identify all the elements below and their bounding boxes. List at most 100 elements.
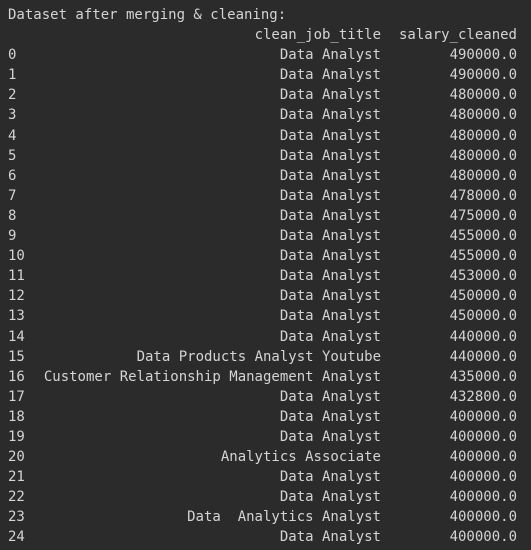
row-index: 3 bbox=[8, 107, 17, 124]
table-row: 3 Data Analyst 480000.0 bbox=[8, 105, 523, 125]
job-title-cell: Data Analyst bbox=[279, 428, 381, 445]
row-index: 24 bbox=[8, 529, 25, 546]
row-index: 0 bbox=[8, 47, 17, 64]
table-row: 12 Data Analyst 450000.0 bbox=[8, 286, 523, 306]
salary-cell: 450000.0 bbox=[449, 288, 517, 305]
row-index: 21 bbox=[8, 469, 25, 486]
table-row: 10 Data Analyst 455000.0 bbox=[8, 246, 523, 266]
row-index: 2 bbox=[8, 87, 17, 104]
row-index: 22 bbox=[8, 489, 25, 506]
salary-cell: 400000.0 bbox=[449, 428, 517, 445]
table-row: 24 Data Analyst 400000.0 bbox=[8, 527, 523, 547]
job-title-cell: Data Analyst bbox=[279, 67, 381, 84]
table-row: 21 Data Analyst 400000.0 bbox=[8, 467, 523, 487]
table-row: 18 Data Analyst 400000.0 bbox=[8, 407, 523, 427]
job-title-cell: Data Products Analyst Youtube bbox=[136, 348, 381, 365]
output-heading: Dataset after merging & cleaning: bbox=[8, 7, 287, 23]
job-title-cell: Data Analyst bbox=[279, 207, 381, 224]
job-title-cell: Data Analyst bbox=[279, 288, 381, 305]
notebook-output: Dataset after merging & cleaning: clean_… bbox=[0, 0, 531, 550]
job-title-cell: Data Analyst bbox=[279, 107, 381, 124]
job-title-cell: Customer Relationship Management Analyst bbox=[43, 368, 381, 385]
salary-cell: 450000.0 bbox=[449, 308, 517, 325]
salary-cell: 400000.0 bbox=[449, 509, 517, 526]
table-row: 1 Data Analyst 490000.0 bbox=[8, 65, 523, 85]
job-title-cell: Data Analyst bbox=[279, 127, 381, 144]
salary-cell: 400000.0 bbox=[449, 529, 517, 546]
job-title-cell: Data Analyst bbox=[279, 408, 381, 425]
job-title-cell: Data Analyst bbox=[279, 469, 381, 486]
job-title-cell: Data Analyst bbox=[279, 489, 381, 506]
table-row: 15 Data Products Analyst Youtube 440000.… bbox=[8, 347, 523, 367]
job-title-cell: Data Analyst bbox=[279, 228, 381, 245]
column-header-row: clean_job_title salary_cleaned bbox=[8, 25, 523, 45]
salary-cell: 480000.0 bbox=[449, 107, 517, 124]
table-row: 9 Data Analyst 455000.0 bbox=[8, 226, 523, 246]
table-row: 22 Data Analyst 400000.0 bbox=[8, 487, 523, 507]
row-index: 19 bbox=[8, 428, 25, 445]
table-row: 19 Data Analyst 400000.0 bbox=[8, 427, 523, 447]
salary-cell: 475000.0 bbox=[449, 207, 517, 224]
table-row: 8 Data Analyst 475000.0 bbox=[8, 206, 523, 226]
job-title-cell: Data Analyst bbox=[279, 328, 381, 345]
table-row: 4 Data Analyst 480000.0 bbox=[8, 126, 523, 146]
salary-cell: 432800.0 bbox=[449, 388, 517, 405]
index-header bbox=[8, 25, 41, 45]
table-row: 23 Data Analytics Analyst 400000.0 bbox=[8, 507, 523, 527]
table-row: 7 Data Analyst 478000.0 bbox=[8, 186, 523, 206]
job-title-cell: Data Analyst bbox=[279, 388, 381, 405]
row-index: 1 bbox=[8, 67, 17, 84]
salary-cell: 490000.0 bbox=[449, 67, 517, 84]
row-index: 15 bbox=[8, 348, 25, 365]
job-title-cell: Analytics Associate bbox=[220, 449, 381, 466]
row-index: 10 bbox=[8, 248, 25, 265]
row-index: 12 bbox=[8, 288, 25, 305]
row-index: 6 bbox=[8, 167, 17, 184]
column-header-clean-job-title: clean_job_title bbox=[254, 27, 381, 44]
job-title-cell: Data Analytics Analyst bbox=[187, 509, 381, 526]
salary-cell: 478000.0 bbox=[449, 187, 517, 204]
job-title-cell: Data Analyst bbox=[279, 308, 381, 325]
salary-cell: 440000.0 bbox=[449, 348, 517, 365]
job-title-cell: Data Analyst bbox=[279, 248, 381, 265]
salary-cell: 453000.0 bbox=[449, 268, 517, 285]
row-index: 17 bbox=[8, 388, 25, 405]
job-title-cell: Data Analyst bbox=[279, 87, 381, 104]
row-index: 14 bbox=[8, 328, 25, 345]
row-index: 18 bbox=[8, 408, 25, 425]
salary-cell: 455000.0 bbox=[449, 228, 517, 245]
table-row: 20 Analytics Associate 400000.0 bbox=[8, 447, 523, 467]
table-row: 16 Customer Relationship Management Anal… bbox=[8, 367, 523, 387]
salary-cell: 480000.0 bbox=[449, 127, 517, 144]
salary-cell: 400000.0 bbox=[449, 408, 517, 425]
job-title-cell: Data Analyst bbox=[279, 167, 381, 184]
job-title-cell: Data Analyst bbox=[279, 47, 381, 64]
row-index: 7 bbox=[8, 187, 17, 204]
table-row: 5 Data Analyst 480000.0 bbox=[8, 146, 523, 166]
salary-cell: 400000.0 bbox=[449, 469, 517, 486]
job-title-cell: Data Analyst bbox=[279, 268, 381, 285]
salary-cell: 435000.0 bbox=[449, 368, 517, 385]
row-index: 13 bbox=[8, 308, 25, 325]
row-index: 16 bbox=[8, 368, 25, 385]
salary-cell: 480000.0 bbox=[449, 87, 517, 104]
salary-cell: 480000.0 bbox=[449, 147, 517, 164]
row-index: 4 bbox=[8, 127, 17, 144]
row-index: 20 bbox=[8, 449, 25, 466]
job-title-cell: Data Analyst bbox=[279, 187, 381, 204]
table-row: 14 Data Analyst 440000.0 bbox=[8, 327, 523, 347]
salary-cell: 490000.0 bbox=[449, 47, 517, 64]
table-row: 0 Data Analyst 490000.0 bbox=[8, 45, 523, 65]
salary-cell: 440000.0 bbox=[449, 328, 517, 345]
salary-cell: 400000.0 bbox=[449, 489, 517, 506]
salary-cell: 400000.0 bbox=[449, 449, 517, 466]
job-title-cell: Data Analyst bbox=[279, 147, 381, 164]
row-index: 5 bbox=[8, 147, 17, 164]
job-title-cell: Data Analyst bbox=[279, 529, 381, 546]
table-row: 6 Data Analyst 480000.0 bbox=[8, 166, 523, 186]
table-row: 2 Data Analyst 480000.0 bbox=[8, 85, 523, 105]
table-row: 13 Data Analyst 450000.0 bbox=[8, 306, 523, 326]
row-index: 11 bbox=[8, 268, 25, 285]
row-index: 23 bbox=[8, 509, 25, 526]
row-index: 8 bbox=[8, 207, 17, 224]
